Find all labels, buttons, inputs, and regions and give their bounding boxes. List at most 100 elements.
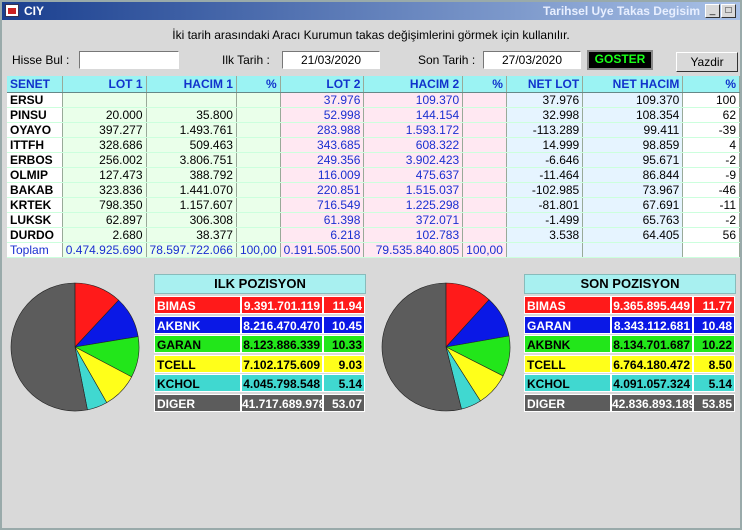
- table-cell: 716.549: [280, 197, 365, 213]
- maximize-icon[interactable]: □: [721, 4, 736, 18]
- table-cell: 608.322: [363, 137, 464, 153]
- table-cell: 3.902.423: [363, 152, 464, 168]
- position-name: GARAN: [524, 315, 611, 334]
- table-cell: 1.441.070: [146, 182, 237, 198]
- table-cell: 98.859: [582, 137, 684, 153]
- position-value: 4.091.057.324: [611, 374, 693, 392]
- table-cell: [462, 137, 507, 153]
- position-percent: 5.14: [693, 374, 735, 392]
- position-value: 7.102.175.609: [241, 354, 323, 373]
- table-cell: -11.464: [506, 167, 584, 183]
- table-cell: 1.515.037: [363, 182, 464, 198]
- table-cell: 65.763: [582, 212, 684, 228]
- ilk-position-row: BIMAS 9.391.701.119 11.94: [154, 296, 366, 314]
- table-cell: -2: [682, 152, 740, 168]
- column-header[interactable]: NET HACIM: [582, 76, 684, 93]
- column-header[interactable]: %: [462, 76, 507, 93]
- position-value: 8.216.470.470: [241, 315, 323, 334]
- son-position-row: KCHOL 4.091.057.324 5.14: [524, 374, 736, 392]
- minimize-icon[interactable]: _: [705, 4, 720, 18]
- column-header[interactable]: %: [682, 76, 740, 93]
- position-value: 9.391.701.119: [241, 296, 323, 314]
- table-cell: 798.350: [62, 197, 147, 213]
- table-cell: 0.474.925.690: [62, 242, 147, 258]
- table-cell: [462, 227, 507, 243]
- position-name: TCELL: [524, 354, 611, 373]
- table-cell: 1.225.298: [363, 197, 464, 213]
- table-cell: Toplam: [7, 242, 63, 258]
- ilk-position-row: DIGER 41.717.689.978 53.07: [154, 393, 366, 412]
- end-date-label: Son Tarih :: [418, 53, 476, 67]
- position-percent: 10.45: [323, 315, 365, 334]
- table-cell: 99.411: [582, 122, 684, 138]
- table-row[interactable]: DURDO 2.680 38.377 6.218 102.783 3.538 64.405 5…: [7, 227, 740, 243]
- table-cell: 3.538: [506, 227, 584, 243]
- column-header[interactable]: NET LOT: [506, 76, 584, 93]
- table-cell: 2.680: [62, 227, 147, 243]
- column-header[interactable]: LOT 2: [280, 76, 365, 93]
- table-cell: 37.976: [506, 92, 584, 108]
- table-cell: -102.985: [506, 182, 584, 198]
- table-cell: [236, 137, 281, 153]
- table-cell: 79.535.840.805: [363, 242, 464, 258]
- show-button[interactable]: GOSTER: [587, 50, 653, 70]
- table-row[interactable]: KRTEK 798.350 1.157.607 716.549 1.225.298 -81…: [7, 197, 740, 213]
- end-date-input[interactable]: 27/03/2020: [483, 51, 581, 69]
- title-bar: CIY Tarihsel Uye Takas Degisim _ □: [2, 2, 740, 20]
- table-cell: 62.897: [62, 212, 147, 228]
- table-row[interactable]: ERSU 37.976 109.370 37.976 109.370 100: [7, 92, 740, 108]
- table-cell: 67.691: [582, 197, 684, 213]
- start-date-input[interactable]: 21/03/2020: [282, 51, 380, 69]
- column-header[interactable]: HACIM 2: [363, 76, 464, 93]
- table-cell: [462, 182, 507, 198]
- ilk-pie-chart: [10, 282, 140, 412]
- position-value: 8.134.701.687: [611, 335, 693, 353]
- table-cell: OYAYO: [7, 122, 63, 138]
- table-cell: 78.597.722.066: [146, 242, 237, 258]
- table-cell: 509.463: [146, 137, 237, 153]
- position-value: 6.764.180.472: [611, 354, 693, 373]
- table-row[interactable]: ERBOS 256.002 3.806.751 249.356 3.902.423 -6.…: [7, 152, 740, 168]
- table-cell: 108.354: [582, 107, 684, 123]
- table-cell: 323.836: [62, 182, 147, 198]
- column-header[interactable]: HACIM 1: [146, 76, 237, 93]
- position-percent: 9.03: [323, 354, 365, 373]
- table-cell: 37.976: [280, 92, 365, 108]
- table-cell: 100: [682, 92, 740, 108]
- ilk-position-title: ILK POZISYON: [154, 274, 366, 294]
- table-cell: 127.473: [62, 167, 147, 183]
- position-percent: 11.94: [323, 296, 365, 314]
- table-cell: 32.998: [506, 107, 584, 123]
- table-cell: KRTEK: [7, 197, 63, 213]
- position-name: BIMAS: [154, 296, 241, 314]
- table-cell: [462, 92, 507, 108]
- table-header: SENET LOT 1 HACIM 1% LOT 2 HACIM 2% NET LOT NE…: [7, 76, 740, 93]
- table-row[interactable]: BAKAB 323.836 1.441.070 220.851 1.515.037 -10…: [7, 182, 740, 198]
- table-row[interactable]: LUKSK 62.897 306.308 61.398 372.071 -1.499 65.…: [7, 212, 740, 228]
- table-cell: 388.792: [146, 167, 237, 183]
- table-row[interactable]: PINSU 20.000 35.800 52.998 144.154 32.998 108.…: [7, 107, 740, 123]
- table-cell: -9: [682, 167, 740, 183]
- son-position-row: GARAN 8.343.112.681 10.48: [524, 315, 736, 334]
- column-header[interactable]: LOT 1: [62, 76, 147, 93]
- table-cell: 116.009: [280, 167, 365, 183]
- table-cell: 73.967: [582, 182, 684, 198]
- table-row[interactable]: OYAYO 397.277 1.493.761 283.988 1.593.172 -11…: [7, 122, 740, 138]
- print-button[interactable]: Yazdir: [676, 52, 738, 72]
- table-cell: [236, 182, 281, 198]
- position-name: AKBNK: [154, 315, 241, 334]
- table-cell: 3.806.751: [146, 152, 237, 168]
- table-cell: [462, 122, 507, 138]
- total-row[interactable]: Toplam 0.474.925.690 78.597.722.066 100,00 0…: [7, 242, 740, 258]
- table-cell: ERBOS: [7, 152, 63, 168]
- search-input[interactable]: [79, 51, 179, 69]
- column-header[interactable]: %: [236, 76, 281, 93]
- position-value: 8.343.112.681: [611, 315, 693, 334]
- table-row[interactable]: ITTFH 328.686 509.463 343.685 608.322 14.999 9…: [7, 137, 740, 153]
- column-header[interactable]: SENET: [7, 76, 63, 93]
- table-row[interactable]: OLMIP 127.473 388.792 116.009 475.637 -11.464…: [7, 167, 740, 183]
- table-cell: 52.998: [280, 107, 365, 123]
- table-cell: 62: [682, 107, 740, 123]
- position-value: 8.123.886.339: [241, 335, 323, 353]
- table-cell: [582, 242, 684, 258]
